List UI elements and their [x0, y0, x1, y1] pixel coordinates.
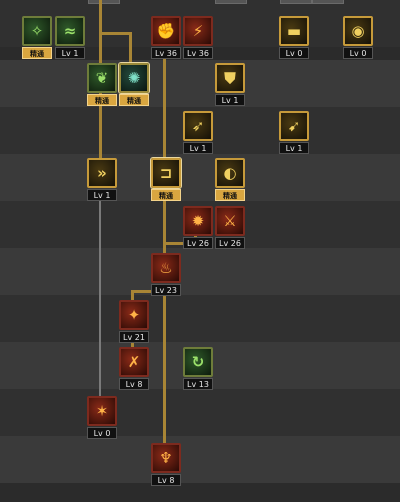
tree-row [0, 389, 400, 436]
skill-node-whirl[interactable]: ✺ 精通 [119, 63, 149, 106]
skill-node-burst[interactable]: ✹ Lv 26 [183, 206, 213, 249]
skill-tree: ✧ 精通 ≈ Lv 1 ✊ Lv 36 ⚡ Lv 36 ▬ Lv 0 ◉ Lv … [0, 0, 400, 502]
cutoff-skill-stub [312, 0, 344, 4]
burst-icon: ✹ [191, 212, 205, 230]
connector-line [129, 32, 132, 66]
skill-level-label: Lv 13 [183, 378, 213, 390]
skill-level-label: Lv 26 [183, 237, 213, 249]
skill-mastery-badge: 精通 [87, 94, 117, 106]
skill-level-label: Lv 23 [151, 284, 181, 296]
skill-node-shield[interactable]: ◉ Lv 0 [343, 16, 373, 59]
slash-icon: ✗ [127, 353, 141, 371]
skill-level-label: Lv 1 [87, 189, 117, 201]
skill-level-label: Lv 0 [279, 47, 309, 59]
dash-icon: » [97, 164, 107, 182]
flame-icon: ♨ [159, 259, 173, 277]
blade-icon: ➶ [191, 117, 205, 135]
skill-node-flourish[interactable]: ✧ 精通 [22, 16, 52, 59]
bow-icon: ◐ [223, 164, 237, 182]
skill-mastery-badge: 精通 [22, 47, 52, 59]
shield-icon: ◉ [351, 22, 365, 40]
skill-node-eruption[interactable]: ♆ Lv 8 [151, 443, 181, 486]
eruption-icon: ♆ [159, 449, 173, 467]
skill-level-label: Lv 8 [151, 474, 181, 486]
leaf-icon: ❦ [95, 69, 109, 87]
kick2-icon: ⚔ [223, 212, 237, 230]
skill-node-strike[interactable]: ✦ Lv 21 [119, 300, 149, 343]
skill-node-fist[interactable]: ✊ Lv 36 [151, 16, 181, 59]
skill-level-label: Lv 1 [215, 94, 245, 106]
scroll-icon: ≈ [63, 22, 77, 40]
strike-icon: ✦ [127, 306, 141, 324]
skill-level-label: Lv 21 [119, 331, 149, 343]
tree-row [0, 295, 400, 342]
connector-line [163, 50, 166, 158]
tree-row [0, 60, 400, 107]
skill-level-label: Lv 8 [119, 378, 149, 390]
connector-line [99, 190, 101, 400]
skill-level-label: Lv 0 [343, 47, 373, 59]
skill-node-dash[interactable]: » Lv 1 [87, 158, 117, 201]
skill-node-bow[interactable]: ◐ 精通 [215, 158, 245, 201]
kick-icon: ⚡ [192, 22, 204, 40]
skill-level-label: Lv 36 [183, 47, 213, 59]
tree-row [0, 154, 400, 201]
skill-node-slash[interactable]: ✗ Lv 8 [119, 347, 149, 390]
spin-icon: ↻ [191, 353, 205, 371]
skill-level-label: Lv 1 [183, 142, 213, 154]
skill-level-label: Lv 1 [279, 142, 309, 154]
skill-node-spin[interactable]: ↻ Lv 13 [183, 347, 213, 390]
skill-level-label: Lv 26 [215, 237, 245, 249]
hook-icon: ⊐ [159, 164, 173, 182]
skill-node-boot[interactable]: ▬ Lv 0 [279, 16, 309, 59]
skill-level-label: Lv 1 [55, 47, 85, 59]
whirl-icon: ✺ [127, 69, 141, 87]
tree-row [0, 436, 400, 483]
armor-icon: ⛊ [224, 69, 236, 87]
skill-node-scroll[interactable]: ≈ Lv 1 [55, 16, 85, 59]
boot-icon: ▬ [286, 22, 302, 40]
cutoff-skill-stub [280, 0, 312, 4]
skill-node-kick2[interactable]: ⚔ Lv 26 [215, 206, 245, 249]
skill-node-kick[interactable]: ⚡ Lv 36 [183, 16, 213, 59]
skill-level-label: Lv 0 [87, 427, 117, 439]
skill-node-leaf[interactable]: ❦ 精通 [87, 63, 117, 106]
skill-node-sprint[interactable]: ➹ Lv 1 [279, 111, 309, 154]
skill-mastery-badge: 精通 [215, 189, 245, 201]
skill-node-sweep[interactable]: ✶ Lv 0 [87, 396, 117, 439]
skill-node-blade[interactable]: ➶ Lv 1 [183, 111, 213, 154]
cutoff-skill-stub [88, 0, 120, 4]
connector-line [163, 286, 166, 446]
skill-mastery-badge: 精通 [151, 189, 181, 201]
connector-line [99, 32, 131, 35]
fist-icon: ✊ [156, 22, 176, 40]
skill-node-armor[interactable]: ⛊ Lv 1 [215, 63, 245, 106]
skill-mastery-badge: 精通 [119, 94, 149, 106]
skill-node-hook[interactable]: ⊐ 精通 [151, 158, 181, 201]
skill-node-flame[interactable]: ♨ Lv 23 [151, 253, 181, 296]
sweep-icon: ✶ [95, 402, 109, 420]
cutoff-skill-stub [215, 0, 247, 4]
skill-level-label: Lv 36 [151, 47, 181, 59]
tree-row [0, 248, 400, 295]
sprint-icon: ➹ [287, 117, 301, 135]
flourish-icon: ✧ [30, 22, 44, 40]
